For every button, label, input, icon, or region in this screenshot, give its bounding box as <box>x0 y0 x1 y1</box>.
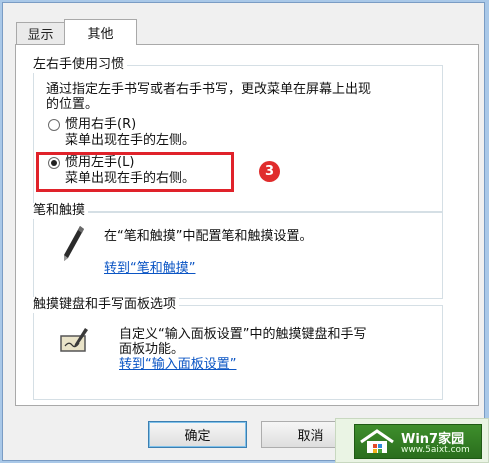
handedness-description-line1: 通过指定左手书写或者右手书写，更改菜单在屏幕上出现 <box>46 82 372 97</box>
watermark-url: www.5aixt.com <box>401 445 470 455</box>
pen-icon <box>64 226 84 261</box>
right-hand-label[interactable]: 惯用右手(R) <box>65 117 136 132</box>
dialog-window: 显示 其他 左右手使用习惯 通过指定左手书写或者右手书写，更改菜单在屏幕上出现 … <box>2 2 485 461</box>
pen-touch-legend: 笔和触摸 <box>33 203 89 219</box>
input-panel-description-line2: 面板功能。 <box>119 342 185 357</box>
tab-other[interactable]: 其他 <box>64 19 137 45</box>
input-panel-group: 触摸键盘和手写面板选项 自定义“输入面板设置”中的触摸键盘和手写 面板功能。 转… <box>33 297 443 400</box>
left-hand-highlight-box <box>36 152 234 192</box>
right-hand-radio[interactable] <box>48 119 60 131</box>
tablet-pen-icon <box>60 328 88 352</box>
step-badge: 3 <box>259 161 280 182</box>
tab-panel-other: 左右手使用习惯 通过指定左手书写或者右手书写，更改菜单在屏幕上出现 的位置。 惯… <box>15 44 479 406</box>
handedness-description-line2: 的位置。 <box>46 97 99 112</box>
handedness-description: 通过指定左手书写或者右手书写，更改菜单在屏幕上出现 的位置。 <box>46 82 436 112</box>
handedness-legend: 左右手使用习惯 <box>33 57 128 73</box>
right-hand-sub: 菜单出现在手的左侧。 <box>65 133 196 148</box>
watermark-badge: Win7家园 www.5aixt.com <box>354 424 482 459</box>
watermark-logo: Win7家园 www.5aixt.com <box>335 418 489 463</box>
input-panel-legend: 触摸键盘和手写面板选项 <box>33 297 180 313</box>
input-panel-link[interactable]: 转到“输入面板设置” <box>119 357 236 372</box>
tab-display[interactable]: 显示 <box>16 22 65 44</box>
input-panel-description-line1: 自定义“输入面板设置”中的触摸键盘和手写 <box>119 327 367 342</box>
house-icon <box>360 429 394 453</box>
pen-touch-link[interactable]: 转到“笔和触摸” <box>104 261 195 276</box>
pen-touch-description: 在“笔和触摸”中配置笔和触摸设置。 <box>104 229 313 244</box>
ok-button[interactable]: 确定 <box>148 421 247 448</box>
pen-touch-group: 笔和触摸 在“笔和触摸”中配置笔和触摸设置。 转到“笔和触摸” <box>33 203 443 299</box>
input-panel-description: 自定义“输入面板设置”中的触摸键盘和手写 面板功能。 <box>119 327 366 357</box>
